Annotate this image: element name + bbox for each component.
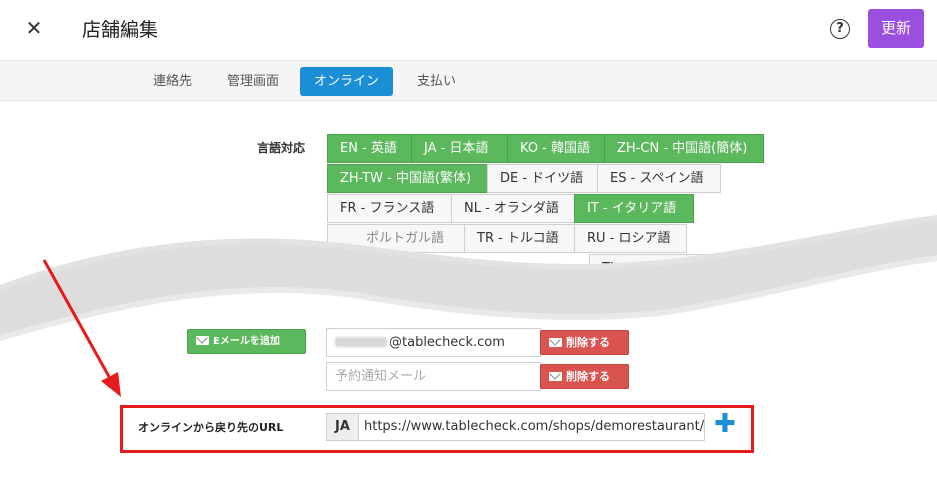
plus-icon: ✚ <box>714 409 736 439</box>
question-icon: ? <box>836 21 844 36</box>
close-icon: ✕ <box>25 16 43 40</box>
email-field-1[interactable]: @tablecheck.com <box>326 328 541 357</box>
lang-chip-it[interactable]: IT - イタリア語 <box>574 194 694 223</box>
add-url-button[interactable]: ✚ <box>714 411 736 437</box>
lang-chip-zh-tw[interactable]: ZH-TW - 中国語(繁体) <box>327 164 488 193</box>
lang-chip-tr[interactable]: TR - トルコ語 <box>464 224 575 253</box>
redacted-text <box>335 337 387 347</box>
lang-chip-es[interactable]: ES - スペイン語 <box>597 164 721 193</box>
tab-payment[interactable]: 支払い <box>403 67 470 96</box>
update-button[interactable]: 更新 <box>868 9 924 48</box>
mail-icon <box>196 336 209 345</box>
mail-icon <box>549 338 562 347</box>
lang-chip-ru[interactable]: RU - ロシア語 <box>574 224 687 253</box>
mail-icon <box>549 372 562 381</box>
lang-chip-en[interactable]: EN - 英語 <box>327 134 412 163</box>
return-url-input[interactable]: https://www.tablecheck.com/shops/demores… <box>358 413 705 441</box>
lang-chip-ja[interactable]: JA - 日本語 <box>411 134 508 163</box>
lang-chip-nl[interactable]: NL - オランダ語 <box>451 194 575 223</box>
return-url-label: オンラインから戻り先のURL <box>138 421 284 434</box>
delete-email-button-1[interactable]: 削除する <box>540 330 629 355</box>
lang-chip-pt-partial[interactable]: ポルトガル語 <box>327 224 465 253</box>
lang-chip-tl[interactable]: TL - フィリピン語 <box>589 254 726 283</box>
tab-bar: 連絡先 管理画面 オンライン 支払い <box>0 60 937 101</box>
tab-admin[interactable]: 管理画面 <box>213 67 293 96</box>
tab-online[interactable]: オンライン <box>300 67 394 96</box>
lang-chip-ko[interactable]: KO - 韓国語 <box>507 134 605 163</box>
page-header: ✕ 店舗編集 ? 更新 <box>0 0 937 60</box>
lang-chip-de[interactable]: DE - ドイツ語 <box>487 164 598 193</box>
delete-email-button-2[interactable]: 削除する <box>540 364 629 389</box>
email-field-2[interactable]: 予約通知メール <box>326 362 541 391</box>
url-lang-addon: JA <box>326 413 359 441</box>
add-email-button[interactable]: Eメールを追加 <box>187 329 306 354</box>
lang-chip-zh-cn[interactable]: ZH-CN - 中国語(簡体) <box>604 134 764 163</box>
page-title: 店舗編集 <box>82 19 159 41</box>
help-button[interactable]: ? <box>830 19 850 39</box>
close-button[interactable]: ✕ <box>22 16 46 40</box>
lang-chip-fr[interactable]: FR - フランス語 <box>327 194 452 223</box>
language-support-label: 言語対応 <box>257 141 306 155</box>
tab-contact[interactable]: 連絡先 <box>139 67 206 96</box>
